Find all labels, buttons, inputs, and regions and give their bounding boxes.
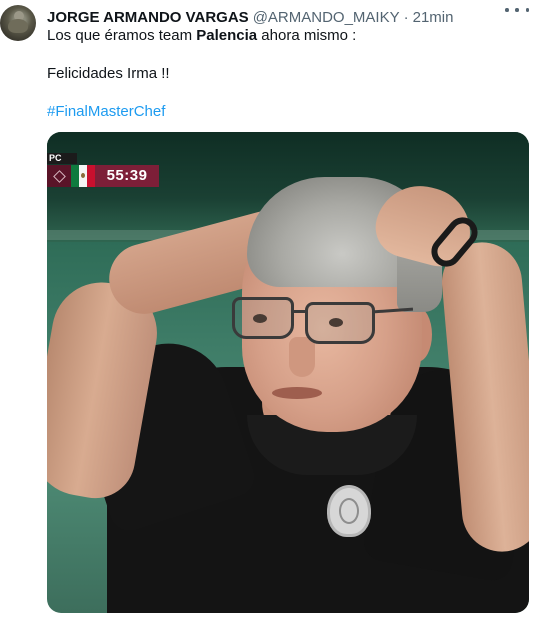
tweet-header: JORGE ARMANDO VARGAS @ARMANDO_MAIKY · 21… <box>47 7 539 27</box>
man-holding-head-photo <box>47 132 529 613</box>
match-scorebug: 55:39 <box>47 165 159 187</box>
text-bold-segment: Palencia <box>196 27 258 44</box>
tweet-text-line-2: Felicidades Irma !! <box>47 65 170 82</box>
flag-red <box>87 165 95 187</box>
flag-white <box>79 165 87 187</box>
mouth <box>272 387 322 399</box>
scorebug-label: PC <box>47 153 77 164</box>
logo-diamond <box>52 169 66 183</box>
user-handle[interactable]: @ARMANDO_MAIKY <box>253 9 400 26</box>
tournament-logo-icon <box>47 165 71 187</box>
team-crest-icon <box>327 485 371 537</box>
more-options-icon[interactable] <box>505 3 529 17</box>
timestamp[interactable]: 21min <box>413 9 454 26</box>
text-segment: ahora mismo : <box>257 27 357 44</box>
glasses-right-lens <box>305 302 375 344</box>
more-dot <box>515 8 519 12</box>
tweet-text-line-1: Los que éramos team Palencia ahora mismo… <box>47 27 356 44</box>
nose <box>289 337 315 377</box>
flag-green <box>71 165 79 187</box>
tweet: JORGE ARMANDO VARGAS @ARMANDO_MAIKY · 21… <box>0 0 539 620</box>
glasses-bridge <box>291 310 307 313</box>
hashtag-link[interactable]: #FinalMasterChef <box>47 103 165 120</box>
more-dot <box>525 8 529 12</box>
tweet-media-image[interactable]: PC 55:39 <box>47 132 529 613</box>
avatar-figure-body <box>8 19 28 33</box>
more-dot <box>505 8 509 12</box>
match-clock: 55:39 <box>106 167 148 184</box>
crest-detail <box>339 498 359 524</box>
separator-dot: · <box>403 8 409 26</box>
display-name[interactable]: JORGE ARMANDO VARGAS <box>47 9 249 26</box>
glasses-left-lens <box>232 297 294 339</box>
avatar[interactable] <box>0 5 36 41</box>
mexico-flag-icon <box>71 165 95 187</box>
text-segment: Los que éramos team <box>47 27 197 44</box>
